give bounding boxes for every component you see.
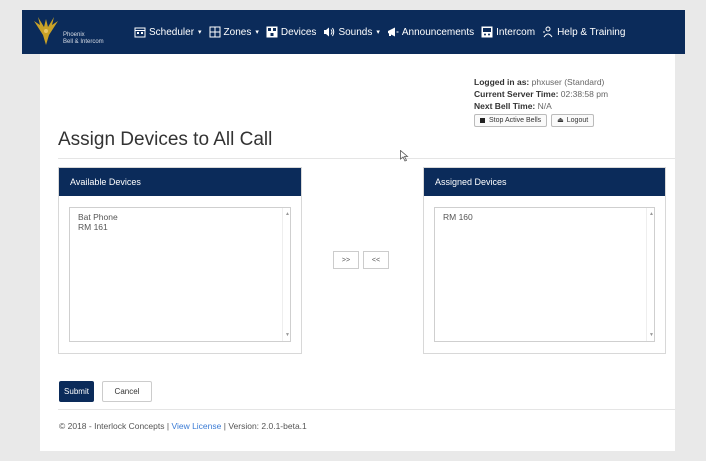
scroll-down-icon[interactable]: ▼ (285, 330, 290, 340)
logout-label: Logout (566, 116, 589, 124)
cancel-button[interactable]: Cancel (102, 381, 152, 402)
nav-scheduler-label: Scheduler (149, 26, 195, 38)
top-navbar: Phoenix Bell & Intercom Scheduler ▾ Zone… (22, 10, 685, 54)
view-license-link[interactable]: View License (171, 421, 221, 431)
nav-announcements[interactable]: Announcements (387, 26, 474, 38)
move-buttons: >> << (333, 251, 389, 269)
next-bell-value: N/A (537, 101, 552, 111)
nav-help-training[interactable]: Help & Training (542, 26, 625, 38)
nav-sounds[interactable]: Sounds ▾ (323, 26, 380, 38)
megaphone-icon (387, 26, 399, 38)
chevron-down-icon: ▾ (255, 29, 259, 36)
assigned-devices-heading: Assigned Devices (424, 168, 665, 196)
calendar-icon (134, 26, 146, 38)
next-bell-line: Next Bell Time: N/A (474, 100, 608, 112)
nav-zones[interactable]: Zones ▾ (209, 26, 259, 38)
stop-active-bells-label: Stop Active Bells (489, 116, 542, 124)
version-text: | Version: 2.0.1-beta.1 (223, 421, 307, 431)
nav-devices[interactable]: Devices (266, 26, 317, 38)
footer-divider (58, 409, 675, 410)
next-bell-label: Next Bell Time: (474, 101, 536, 111)
chevron-down-icon: ▾ (376, 29, 380, 36)
scroll-up-icon[interactable]: ▲ (285, 209, 290, 219)
add-device-button[interactable]: >> (333, 251, 359, 269)
scrollbar[interactable]: ▲ ▼ (282, 208, 290, 341)
brand[interactable]: Phoenix Bell & Intercom (22, 10, 134, 54)
mouse-cursor-icon (400, 150, 409, 162)
available-devices-list[interactable]: Bat Phone RM 161 ▲ ▼ (69, 207, 291, 342)
zones-icon (209, 26, 221, 38)
stop-icon (480, 118, 485, 123)
scroll-up-icon[interactable]: ▲ (649, 209, 654, 219)
assigned-devices-list[interactable]: RM 160 ▲ ▼ (434, 207, 655, 342)
logged-in-label: Logged in as: (474, 77, 530, 87)
scroll-down-icon[interactable]: ▼ (649, 330, 654, 340)
help-icon (542, 26, 554, 38)
nav-devices-label: Devices (280, 26, 317, 38)
chevron-down-icon: ▾ (198, 29, 202, 36)
nav-sounds-label: Sounds (338, 26, 373, 38)
brand-subtitle: Bell & Intercom (63, 39, 104, 45)
footer: © 2018 - Interlock Concepts | View Licen… (59, 421, 307, 431)
main-nav: Scheduler ▾ Zones ▾ Devices Sounds ▾ Ann… (134, 10, 632, 54)
nav-intercom[interactable]: Intercom (481, 26, 535, 38)
stop-active-bells-button[interactable]: Stop Active Bells (474, 114, 548, 127)
server-time-value: 02:38:58 pm (560, 89, 609, 99)
remove-device-button[interactable]: << (363, 251, 389, 269)
logout-icon: ⏏ (557, 116, 564, 124)
speaker-icon (323, 26, 335, 38)
nav-scheduler[interactable]: Scheduler ▾ (134, 26, 202, 38)
submit-button[interactable]: Submit (59, 381, 94, 402)
logged-in-line: Logged in as: phxuser (Standard) (474, 76, 608, 88)
page-title: Assign Devices to All Call (58, 129, 273, 150)
list-item[interactable]: RM 160 (443, 212, 646, 222)
intercom-icon (481, 26, 493, 38)
content-card: Logged in as: phxuser (Standard) Current… (40, 54, 675, 451)
title-divider (58, 158, 675, 159)
scrollbar[interactable]: ▲ ▼ (646, 208, 654, 341)
nav-help-training-label: Help & Training (557, 26, 626, 38)
devices-icon (266, 26, 278, 38)
phoenix-logo-icon (34, 17, 58, 45)
nav-zones-label: Zones (223, 26, 252, 38)
list-item[interactable]: RM 161 (78, 222, 282, 232)
logout-button[interactable]: ⏏ Logout (551, 114, 595, 127)
copyright-text: © 2018 - Interlock Concepts | (59, 421, 170, 431)
available-devices-panel: Available Devices Bat Phone RM 161 ▲ ▼ (58, 167, 302, 354)
assigned-devices-panel: Assigned Devices RM 160 ▲ ▼ (423, 167, 666, 354)
brand-name: Phoenix (63, 32, 85, 38)
session-info: Logged in as: phxuser (Standard) Current… (474, 76, 608, 127)
list-item[interactable]: Bat Phone (78, 212, 282, 222)
server-time-label: Current Server Time: (474, 89, 559, 99)
nav-intercom-label: Intercom (496, 26, 536, 38)
nav-announcements-label: Announcements (401, 26, 475, 38)
available-devices-heading: Available Devices (59, 168, 301, 196)
logged-in-user: phxuser (Standard) (531, 77, 605, 87)
server-time-line: Current Server Time: 02:38:58 pm (474, 88, 608, 100)
